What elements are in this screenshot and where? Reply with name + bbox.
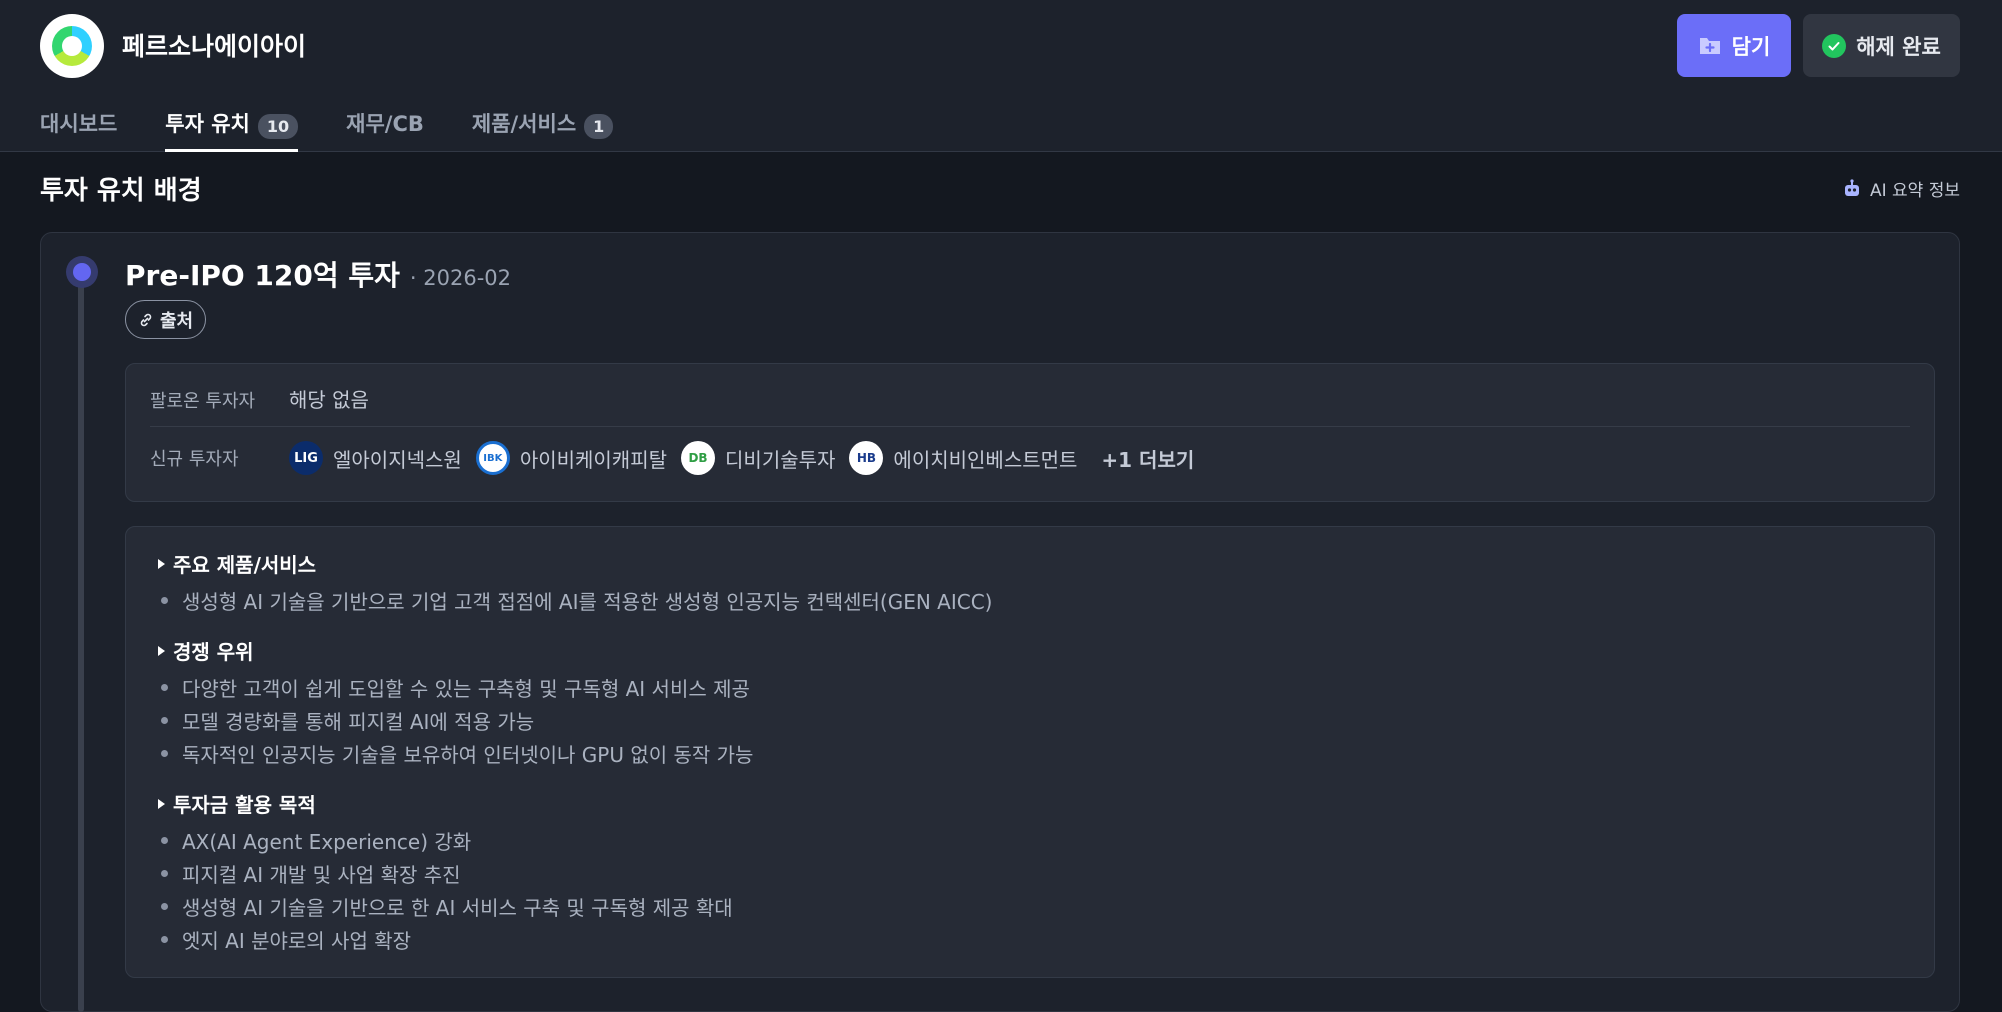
triangle-right-icon bbox=[158, 798, 165, 809]
source-label: 출처 bbox=[160, 310, 194, 332]
check-icon bbox=[1822, 33, 1847, 58]
investment-title-row: Pre-IPO 120억 투자 · 2026-02 bbox=[125, 254, 511, 294]
new-investors-list: LIG 엘아이지넥스원 IBK 아이비케이캐피탈 DB 디비기술투자 HB 에이… bbox=[289, 440, 1194, 476]
investor-logo: IBK bbox=[475, 441, 510, 475]
investor-logo: HB bbox=[849, 441, 884, 475]
investor-item[interactable]: IBK 아이비케이캐피탈 bbox=[475, 441, 668, 475]
investor-logo: DB bbox=[681, 441, 716, 475]
tab-label: 투자 유치 bbox=[165, 112, 250, 136]
unlock-complete-button[interactable]: 해제 완료 bbox=[1803, 14, 1960, 77]
products-heading-label: 주요 제품/서비스 bbox=[173, 553, 317, 577]
products-heading[interactable]: 주요 제품/서비스 bbox=[158, 549, 316, 578]
tab-finance-cb[interactable]: 재무/CB bbox=[346, 104, 424, 152]
save-button-label: 담기 bbox=[1731, 34, 1771, 59]
new-investors-label: 신규 투자자 bbox=[150, 449, 239, 470]
list-item: 다양한 고객이 쉽게 도입할 수 있는 구축형 및 구독형 AI 서비스 제공 bbox=[161, 673, 750, 702]
tab-count-badge: 1 bbox=[584, 114, 614, 139]
link-icon bbox=[140, 313, 152, 326]
investment-date: · 2026-02 bbox=[409, 266, 512, 290]
list-item: 엣지 AI 분야로의 사업 확장 bbox=[161, 925, 411, 954]
usage-heading-label: 투자금 활용 목적 bbox=[173, 793, 316, 817]
tab-count-badge: 10 bbox=[257, 114, 299, 139]
ai-summary-label: AI 요약 정보 bbox=[1869, 181, 1960, 201]
list-item: 모델 경량화를 통해 피지컬 AI에 적용 가능 bbox=[161, 706, 534, 735]
follow-on-investors-label: 팔로온 투자자 bbox=[150, 391, 256, 412]
list-item: 생성형 AI 기술을 기반으로 한 AI 서비스 구축 및 구독형 제공 확대 bbox=[161, 892, 733, 921]
tab-investment[interactable]: 투자 유치 10 bbox=[165, 104, 299, 152]
company-name: 페르소나에이아이 bbox=[122, 32, 307, 61]
triangle-right-icon bbox=[158, 558, 165, 569]
follow-on-investors-value: 해당 없음 bbox=[289, 388, 369, 412]
list-item: 독자적인 인공지능 기술을 보유하여 인터넷이나 GPU 없이 동작 가능 bbox=[161, 739, 753, 768]
triangle-right-icon bbox=[158, 645, 165, 656]
investor-name: 에이치비인베스트먼트 bbox=[893, 447, 1078, 472]
usage-heading[interactable]: 투자금 활용 목적 bbox=[158, 789, 316, 818]
timeline-line bbox=[78, 272, 84, 1012]
robot-icon bbox=[1844, 178, 1859, 196]
tab-label: 대시보드 bbox=[40, 112, 118, 136]
folder-plus-icon bbox=[1699, 37, 1720, 54]
investor-name: 엘아이지넥스원 bbox=[333, 447, 462, 472]
tab-products-services[interactable]: 제품/서비스 1 bbox=[471, 104, 614, 152]
investor-item[interactable]: HB 에이치비인베스트먼트 bbox=[849, 441, 1077, 475]
app-header: 페르소나에이아이 담기 해제 완료 대시보드 투자 유치 10 재무/CB 제품… bbox=[0, 0, 2002, 152]
list-item: 생성형 AI 기술을 기반으로 기업 고객 접점에 AI를 적용한 생성형 인공… bbox=[161, 586, 992, 615]
advantage-heading-label: 경쟁 우위 bbox=[173, 640, 254, 664]
investment-title: Pre-IPO 120억 투자 bbox=[125, 259, 400, 292]
section-title: 투자 유치 배경 bbox=[40, 176, 202, 206]
investor-item[interactable]: LIG 엘아이지넥스원 bbox=[289, 441, 462, 475]
investors-panel: 팔로온 투자자 해당 없음 신규 투자자 LIG 엘아이지넥스원 IBK 아이비… bbox=[125, 363, 1935, 502]
investor-logo: LIG bbox=[289, 441, 323, 475]
unlock-button-label: 해제 완료 bbox=[1856, 34, 1941, 59]
ai-summary-link[interactable]: AI 요약 정보 bbox=[1842, 176, 1960, 201]
company-logo bbox=[40, 14, 104, 78]
tab-bar: 대시보드 투자 유치 10 재무/CB 제품/서비스 1 bbox=[40, 104, 661, 152]
list-item: 피지컬 AI 개발 및 사업 확장 추진 bbox=[161, 859, 461, 888]
advantage-heading[interactable]: 경쟁 우위 bbox=[158, 636, 254, 665]
tab-dashboard[interactable]: 대시보드 bbox=[40, 104, 117, 152]
source-button[interactable]: 출처 bbox=[125, 300, 207, 339]
details-panel: 주요 제품/서비스 생성형 AI 기술을 기반으로 기업 고객 접점에 AI를 … bbox=[125, 526, 1935, 978]
save-button[interactable]: 담기 bbox=[1677, 14, 1791, 77]
divider bbox=[150, 426, 1910, 427]
tab-label: 재무/CB bbox=[346, 112, 424, 136]
list-item: AX(AI Agent Experience) 강화 bbox=[161, 826, 471, 855]
timeline-dot bbox=[66, 256, 98, 288]
investor-name: 아이비케이캐피탈 bbox=[519, 447, 668, 472]
investor-name: 디비기술투자 bbox=[725, 447, 836, 472]
tab-label: 제품/서비스 bbox=[471, 112, 577, 136]
investor-item[interactable]: DB 디비기술투자 bbox=[681, 441, 835, 475]
company-logo-ring bbox=[52, 26, 92, 66]
more-investors-link[interactable]: +1 더보기 bbox=[1101, 444, 1194, 473]
